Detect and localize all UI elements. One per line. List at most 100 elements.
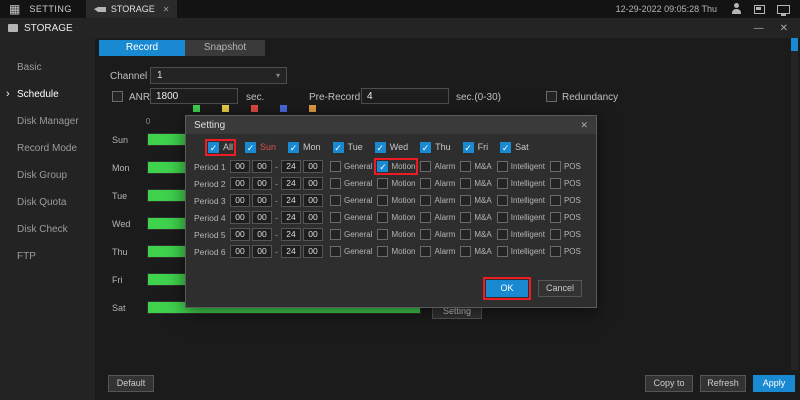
type-checkbox-alarm[interactable]: Alarm bbox=[420, 178, 455, 189]
type-checkbox-intelligent[interactable]: Intelligent bbox=[497, 195, 545, 206]
type-checkbox-intelligent[interactable]: Intelligent bbox=[497, 212, 545, 223]
sidebar-item-ftp[interactable]: FTP bbox=[0, 243, 95, 270]
type-checkbox-m-a[interactable]: M&A bbox=[460, 246, 491, 257]
type-checkbox-general[interactable]: General bbox=[330, 246, 372, 257]
time-input[interactable]: 00 bbox=[303, 177, 323, 190]
time-input[interactable]: 24 bbox=[281, 160, 301, 173]
time-input[interactable]: 00 bbox=[303, 194, 323, 207]
time-input[interactable]: 00 bbox=[252, 177, 272, 190]
type-checkbox-m-a[interactable]: M&A bbox=[460, 161, 491, 172]
checkbox[interactable] bbox=[500, 142, 511, 153]
monitor-icon[interactable] bbox=[777, 5, 790, 14]
type-checkbox-motion[interactable]: Motion bbox=[377, 178, 415, 189]
checkbox[interactable] bbox=[377, 178, 388, 189]
sidebar-item-disk-check[interactable]: Disk Check bbox=[0, 216, 95, 243]
sidebar-item-disk-quota[interactable]: Disk Quota bbox=[0, 189, 95, 216]
checkbox[interactable] bbox=[460, 178, 471, 189]
sidebar-item-basic[interactable]: Basic bbox=[0, 54, 95, 81]
checkbox[interactable] bbox=[420, 246, 431, 257]
type-checkbox-alarm[interactable]: Alarm bbox=[420, 212, 455, 223]
type-checkbox-m-a[interactable]: M&A bbox=[460, 195, 491, 206]
time-input[interactable]: 00 bbox=[303, 228, 323, 241]
checkbox[interactable] bbox=[497, 195, 508, 206]
type-checkbox-intelligent[interactable]: Intelligent bbox=[497, 178, 545, 189]
time-input[interactable]: 24 bbox=[281, 177, 301, 190]
scrollbar-thumb[interactable] bbox=[791, 38, 798, 51]
checkbox[interactable] bbox=[463, 142, 474, 153]
type-checkbox-m-a[interactable]: M&A bbox=[460, 178, 491, 189]
checkbox[interactable] bbox=[550, 212, 561, 223]
time-input[interactable]: 00 bbox=[230, 211, 250, 224]
checkbox[interactable] bbox=[497, 229, 508, 240]
time-input[interactable]: 00 bbox=[230, 160, 250, 173]
day-checkbox-all[interactable]: All bbox=[208, 142, 233, 153]
checkbox[interactable] bbox=[377, 161, 388, 172]
type-checkbox-m-a[interactable]: M&A bbox=[460, 229, 491, 240]
checkbox[interactable] bbox=[330, 246, 341, 257]
sidebar-item-disk-manager[interactable]: Disk Manager bbox=[0, 108, 95, 135]
checkbox[interactable] bbox=[497, 161, 508, 172]
day-checkbox-sun[interactable]: Sun bbox=[245, 142, 276, 153]
time-input[interactable]: 24 bbox=[281, 228, 301, 241]
type-checkbox-alarm[interactable]: Alarm bbox=[420, 195, 455, 206]
time-input[interactable]: 00 bbox=[252, 160, 272, 173]
checkbox[interactable] bbox=[420, 142, 431, 153]
checkbox[interactable] bbox=[460, 212, 471, 223]
checkbox[interactable] bbox=[497, 178, 508, 189]
day-checkbox-mon[interactable]: Mon bbox=[288, 142, 321, 153]
checkbox[interactable] bbox=[420, 212, 431, 223]
time-input[interactable]: 00 bbox=[252, 194, 272, 207]
time-input[interactable]: 00 bbox=[230, 245, 250, 258]
checkbox[interactable] bbox=[497, 212, 508, 223]
time-input[interactable]: 00 bbox=[252, 228, 272, 241]
checkbox[interactable] bbox=[550, 229, 561, 240]
sidebar-item-record-mode[interactable]: Record Mode bbox=[0, 135, 95, 162]
time-input[interactable]: 00 bbox=[303, 245, 323, 258]
type-checkbox-general[interactable]: General bbox=[330, 178, 372, 189]
default-button[interactable]: Default bbox=[108, 375, 154, 392]
day-checkbox-tue[interactable]: Tue bbox=[333, 142, 363, 153]
prerecord-input[interactable] bbox=[361, 88, 449, 104]
redundancy-checkbox[interactable] bbox=[546, 91, 557, 102]
tab-close-icon[interactable]: ✕ bbox=[163, 5, 170, 14]
apply-button[interactable]: Apply bbox=[753, 375, 795, 392]
type-checkbox-pos[interactable]: POS bbox=[550, 161, 581, 172]
type-checkbox-motion[interactable]: Motion bbox=[377, 212, 415, 223]
time-input[interactable]: 24 bbox=[281, 194, 301, 207]
sidebar-item-disk-group[interactable]: Disk Group bbox=[0, 162, 95, 189]
checkbox[interactable] bbox=[245, 142, 256, 153]
checkbox[interactable] bbox=[330, 178, 341, 189]
day-checkbox-thu[interactable]: Thu bbox=[420, 142, 451, 153]
time-input[interactable]: 00 bbox=[252, 245, 272, 258]
type-checkbox-pos[interactable]: POS bbox=[550, 212, 581, 223]
close-icon[interactable]: ✕ bbox=[780, 23, 788, 34]
checkbox[interactable] bbox=[330, 212, 341, 223]
scrollbar-track[interactable] bbox=[791, 38, 798, 370]
checkbox[interactable] bbox=[420, 195, 431, 206]
dialog-close-icon[interactable]: ✕ bbox=[580, 120, 588, 131]
checkbox[interactable] bbox=[460, 246, 471, 257]
time-input[interactable]: 24 bbox=[281, 245, 301, 258]
checkbox[interactable] bbox=[330, 161, 341, 172]
checkbox[interactable] bbox=[330, 229, 341, 240]
checkbox[interactable] bbox=[497, 246, 508, 257]
checkbox[interactable] bbox=[550, 178, 561, 189]
checkbox[interactable] bbox=[333, 142, 344, 153]
minimize-icon[interactable]: — bbox=[754, 23, 764, 34]
checkbox[interactable] bbox=[330, 195, 341, 206]
checkbox[interactable] bbox=[460, 195, 471, 206]
sidebar-item-schedule[interactable]: ›Schedule bbox=[0, 81, 95, 108]
type-checkbox-intelligent[interactable]: Intelligent bbox=[497, 229, 545, 240]
day-checkbox-sat[interactable]: Sat bbox=[500, 142, 529, 153]
checkbox[interactable] bbox=[550, 195, 561, 206]
checkbox[interactable] bbox=[550, 161, 561, 172]
checkbox[interactable] bbox=[460, 161, 471, 172]
type-checkbox-motion[interactable]: Motion bbox=[377, 246, 415, 257]
type-checkbox-pos[interactable]: POS bbox=[550, 246, 581, 257]
cancel-button[interactable]: Cancel bbox=[538, 280, 582, 297]
channel-select[interactable]: 1 ▾ bbox=[150, 67, 287, 84]
storage-tab[interactable]: STORAGE ✕ bbox=[86, 0, 178, 18]
type-checkbox-alarm[interactable]: Alarm bbox=[420, 246, 455, 257]
checkbox[interactable] bbox=[377, 246, 388, 257]
tab-record[interactable]: Record bbox=[99, 40, 185, 56]
